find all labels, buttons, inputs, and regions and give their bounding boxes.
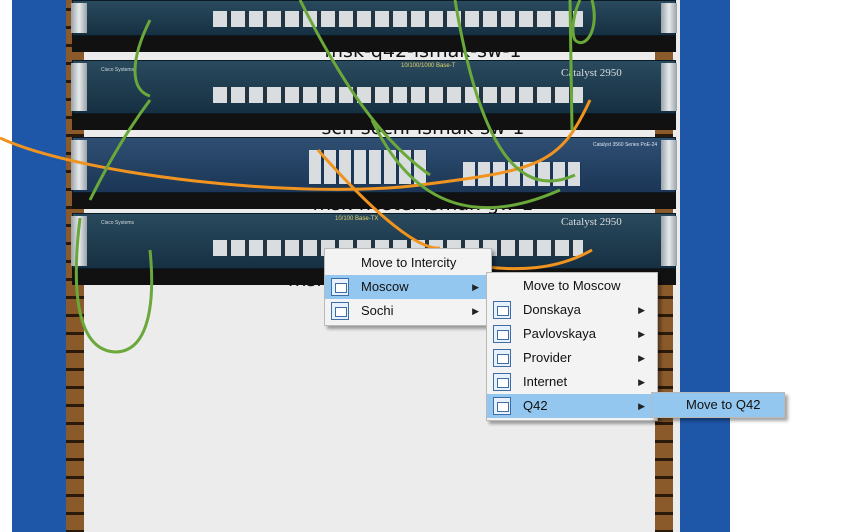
- cable-green: [568, 0, 574, 131]
- menu-item-move-to-moscow[interactable]: Move to Moscow: [487, 274, 657, 298]
- q42-submenu: Move to Q42: [651, 392, 785, 418]
- building-icon: [493, 373, 511, 391]
- cable-orange: [0, 99, 592, 191]
- building-icon: [331, 278, 349, 296]
- menu-item-provider[interactable]: Provider ▶: [487, 346, 657, 370]
- building-icon: [493, 397, 511, 415]
- menu-item-donskaya[interactable]: Donskaya ▶: [487, 298, 657, 322]
- menu-item-label: Move to Moscow: [523, 278, 621, 293]
- cable-green: [298, 0, 431, 177]
- menu-item-label: Provider: [523, 350, 572, 365]
- menu-item-move-to-intercity[interactable]: Move to Intercity: [325, 251, 491, 275]
- cable-green: [88, 99, 152, 201]
- submenu-arrow-icon: ▶: [638, 305, 645, 315]
- menu-item-pavlovskaya[interactable]: Pavlovskaya ▶: [487, 322, 657, 346]
- submenu-arrow-icon: ▶: [638, 329, 645, 339]
- cable-green: [74, 217, 154, 354]
- menu-item-move-to-q42[interactable]: Move to Q42: [652, 393, 784, 417]
- moscow-submenu: Move to Moscow Donskaya ▶ Pavlovskaya ▶ …: [486, 272, 658, 421]
- cable-green: [453, 0, 576, 183]
- submenu-arrow-icon: ▶: [472, 282, 479, 292]
- menu-item-label: Pavlovskaya: [523, 326, 596, 341]
- menu-item-label: Donskaya: [523, 302, 581, 317]
- cable-green: [571, 0, 596, 44]
- menu-item-internet[interactable]: Internet ▶: [487, 370, 657, 394]
- building-icon: [331, 302, 349, 320]
- menu-item-label: Q42: [523, 398, 548, 413]
- building-icon: [493, 325, 511, 343]
- context-menu: Move to Intercity Moscow ▶ Sochi ▶: [324, 248, 492, 326]
- menu-item-moscow[interactable]: Moscow ▶: [325, 275, 491, 299]
- submenu-arrow-icon: ▶: [638, 353, 645, 363]
- menu-item-label: Sochi: [361, 303, 394, 318]
- menu-item-sochi[interactable]: Sochi ▶: [325, 299, 491, 323]
- menu-item-label: Internet: [523, 374, 568, 389]
- building-icon: [493, 349, 511, 367]
- menu-item-label: Move to Intercity: [361, 255, 457, 270]
- menu-item-q42[interactable]: Q42 ▶: [487, 394, 657, 418]
- menu-item-label: Move to Q42: [686, 397, 761, 412]
- submenu-arrow-icon: ▶: [638, 401, 645, 411]
- cable-orange: [316, 149, 441, 250]
- menu-item-label: Moscow: [361, 279, 409, 294]
- building-icon: [493, 301, 511, 319]
- submenu-arrow-icon: ▶: [472, 306, 479, 316]
- submenu-arrow-icon: ▶: [638, 377, 645, 387]
- cable-green: [133, 19, 152, 98]
